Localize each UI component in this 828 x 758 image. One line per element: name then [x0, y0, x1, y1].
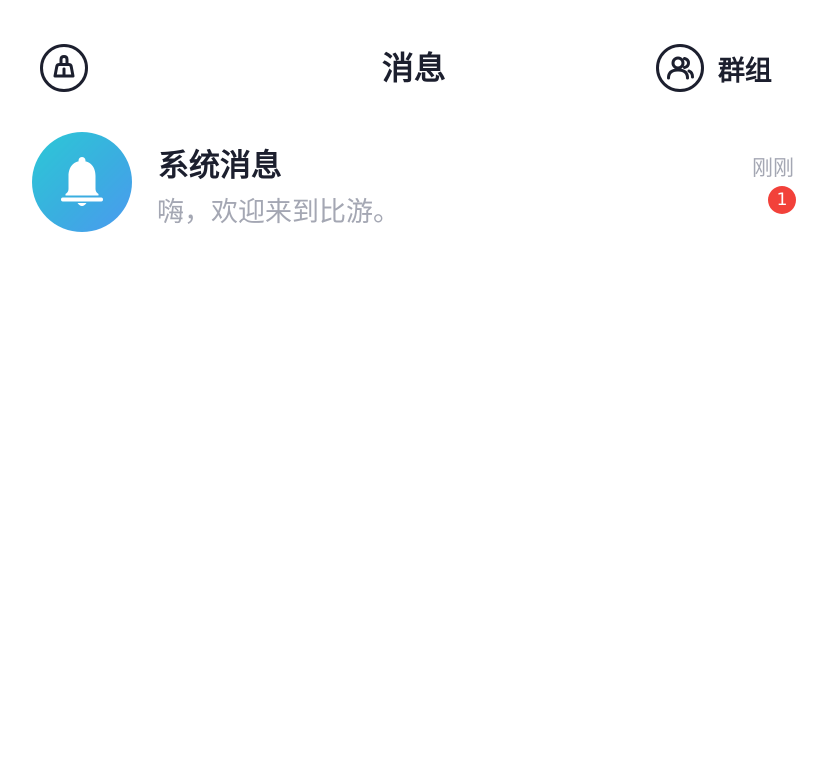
users-group-icon: [656, 44, 704, 92]
top-bar: 消息 群组: [0, 0, 828, 134]
bell-icon: [61, 157, 103, 206]
message-time: 刚刚: [752, 156, 794, 180]
clear-unread-button[interactable]: [40, 44, 88, 92]
message-title: 系统消息: [158, 148, 282, 184]
groups-label: 群组: [718, 55, 772, 87]
message-item-system[interactable]: 系统消息 嗨，欢迎来到比游。 刚刚 1: [0, 122, 828, 242]
broom-clean-icon: [40, 44, 88, 92]
system-message-avatar: [32, 132, 132, 232]
groups-button[interactable]: 群组: [656, 44, 772, 92]
unread-badge: 1: [768, 186, 796, 214]
message-preview: 嗨，欢迎来到比游。: [157, 197, 400, 228]
